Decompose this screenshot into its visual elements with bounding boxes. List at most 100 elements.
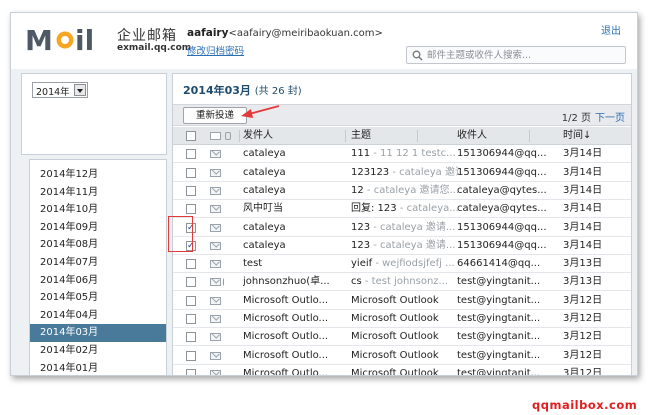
row-checkbox[interactable] — [186, 295, 196, 306]
row-subject: 12 - cataleya 邀请您... — [351, 182, 459, 200]
month-item[interactable]: 2014年07月 — [30, 254, 166, 272]
app-window: M il 企业邮箱 exmail.qq.com aafairy<aafairy@… — [10, 12, 638, 376]
brand-domain: exmail.qq.com — [117, 43, 192, 53]
row-recipient: cataleya@qytes... — [457, 184, 547, 196]
column-header-to[interactable]: 收件人 — [457, 127, 561, 145]
svg-text:il: il — [75, 24, 94, 57]
row-checkbox[interactable] — [186, 314, 196, 324]
year-select[interactable]: 2014年 — [32, 82, 88, 98]
envelope-icon — [210, 333, 221, 342]
month-item[interactable]: 2014年01月 — [30, 360, 166, 375]
row-sender: cataleya — [243, 148, 286, 160]
subject-text: 回复: 123 — [351, 203, 397, 215]
row-checkbox[interactable] — [186, 332, 196, 343]
row-checkbox[interactable] — [186, 185, 196, 196]
row-checkbox[interactable] — [186, 259, 196, 270]
search-icon[interactable] — [412, 50, 423, 61]
column-header-subject[interactable]: 主题 — [351, 127, 459, 145]
row-recipient: 151306944@qq... — [457, 166, 547, 178]
row-subject: 回复: 123 - cataleya... — [351, 200, 459, 218]
mail-icon-cell — [210, 347, 224, 365]
month-item[interactable]: 2014年08月 — [30, 236, 166, 254]
mail-icon-cell — [210, 237, 224, 255]
row-sender: Microsoft Outlo... — [243, 313, 329, 324]
table-row[interactable]: Microsoft Outlo... Microsoft Outlook test@… — [173, 292, 631, 310]
row-sender: johnsonzhuo(卓... — [243, 276, 330, 288]
table-row[interactable]: test yieif - wejfiodsjfefj ... 64661414@qq… — [173, 255, 631, 274]
month-item[interactable]: 2014年05月 — [30, 289, 166, 307]
toolbar: 重新投递 1/2 页下一页 — [173, 104, 631, 126]
column-separator — [239, 130, 240, 142]
page-indicator: 1/2 页 — [561, 113, 591, 124]
next-page-link[interactable]: 下一页 — [595, 113, 625, 124]
month-item[interactable]: 2014年04月 — [30, 307, 166, 325]
subject-preview: - cataleya 邀请... — [370, 239, 456, 251]
redeliver-button[interactable]: 重新投递 — [183, 107, 247, 124]
mail-icon-cell — [210, 164, 224, 182]
month-item[interactable]: 2014年06月 — [30, 272, 166, 290]
subject-text: Microsoft Outlook — [351, 294, 439, 306]
column-separator — [529, 130, 530, 142]
chevron-down-icon[interactable] — [74, 84, 86, 96]
envelope-icon — [210, 186, 221, 195]
month-item[interactable]: 2014年03月 — [30, 324, 166, 343]
table-row[interactable]: Microsoft Outlo... Microsoft Outlook test@… — [173, 347, 631, 365]
row-checkbox[interactable] — [186, 368, 196, 375]
attachment-icon — [223, 278, 224, 287]
table-row[interactable]: Microsoft Outlo... Microsoft Outlook test@… — [173, 310, 631, 328]
month-list: 2014年12月 2014年11月 2014年10月 2014年09月 2014年08月… — [29, 159, 167, 375]
select-all-checkbox[interactable] — [186, 131, 196, 141]
month-item[interactable]: 2014年12月 — [30, 166, 166, 184]
row-time: 3月13日 — [563, 276, 603, 288]
mail-icon-cell — [210, 200, 224, 218]
row-subject: 123 - cataleya 邀请... — [351, 219, 459, 237]
row-subject: Microsoft Outlook — [351, 365, 459, 376]
row-time: 3月12日 — [563, 349, 603, 361]
logout-link[interactable]: 退出 — [601, 22, 621, 37]
table-row[interactable]: Microsoft Outlo... Microsoft Outlook test@… — [173, 328, 631, 347]
month-item[interactable]: 2014年11月 — [30, 184, 166, 202]
year-select-value: 2014年 — [36, 87, 70, 98]
subject-text: 123 — [351, 221, 371, 233]
row-recipient: cataleya@qytes... — [457, 203, 547, 215]
row-sender: Microsoft Outlo... — [243, 367, 329, 376]
table-row[interactable]: cataleya 12 - cataleya 邀请您... cataleya@qyt… — [173, 182, 631, 200]
row-time: 3月14日 — [563, 184, 603, 196]
month-item[interactable]: 2014年09月 — [30, 219, 166, 237]
row-checkbox[interactable] — [186, 167, 196, 178]
mail-icon-cell — [210, 365, 224, 375]
column-header-from[interactable]: 发件人 — [243, 127, 347, 145]
watermark: qqmailbox.com — [532, 398, 638, 412]
subject-text: cs — [351, 276, 362, 288]
table-row[interactable]: cataleya 123 - cataleya 邀请...151306944@qq… — [173, 219, 631, 237]
month-title: 2014年03月 — [183, 84, 251, 97]
subject-text: 123 — [351, 239, 371, 251]
table-row[interactable]: cataleya 123 - cataleya 邀请...151306944@qq… — [173, 237, 631, 255]
row-checkbox[interactable] — [186, 149, 196, 160]
row-checkbox[interactable] — [186, 277, 196, 288]
month-item[interactable]: 2014年10月 — [30, 201, 166, 219]
annotation-arrow-icon — [241, 105, 280, 118]
row-checkbox[interactable] — [186, 350, 196, 361]
row-sender: test — [243, 258, 263, 270]
table-row[interactable]: Microsoft Outlo... Microsoft Outlook test@… — [173, 365, 631, 376]
column-header-time[interactable]: 时间↓ — [563, 127, 623, 145]
month-item[interactable]: 2014年02月 — [30, 342, 166, 360]
subject-text: Microsoft Outlook — [351, 367, 439, 376]
row-checkbox[interactable] — [186, 204, 196, 215]
change-archive-password-link[interactable]: 修改归档密码 — [187, 43, 244, 57]
row-sender: cataleya — [243, 166, 286, 178]
mail-list-panel: 2014年03月 (共 26 封) 重新投递 1/2 页下一页 发件人 主题 收件人… — [172, 73, 632, 376]
table-row[interactable]: johnsonzhuo(卓... cs - test johnsonz... tes… — [173, 273, 631, 292]
search-input[interactable] — [427, 49, 622, 62]
table-row[interactable]: 风中叮当 回复: 123 - cataleya... cataleya@qytes.… — [173, 200, 631, 219]
table-row[interactable]: cataleya 123123 - cataleya 邀请您151306944@q… — [173, 164, 631, 182]
row-recipient: test@yingtanit... — [457, 349, 541, 361]
row-sender: 风中叮当 — [243, 203, 283, 215]
row-subject: 111 - 11 12 1 testc... — [351, 145, 459, 163]
table-row[interactable]: cataleya 111 - 11 12 1 testc... 151306944@… — [173, 145, 631, 164]
row-time: 3月12日 — [563, 294, 603, 306]
row-recipient: 64661414@qq... — [457, 258, 541, 270]
envelope-icon — [210, 168, 221, 177]
search-box[interactable] — [406, 46, 626, 64]
